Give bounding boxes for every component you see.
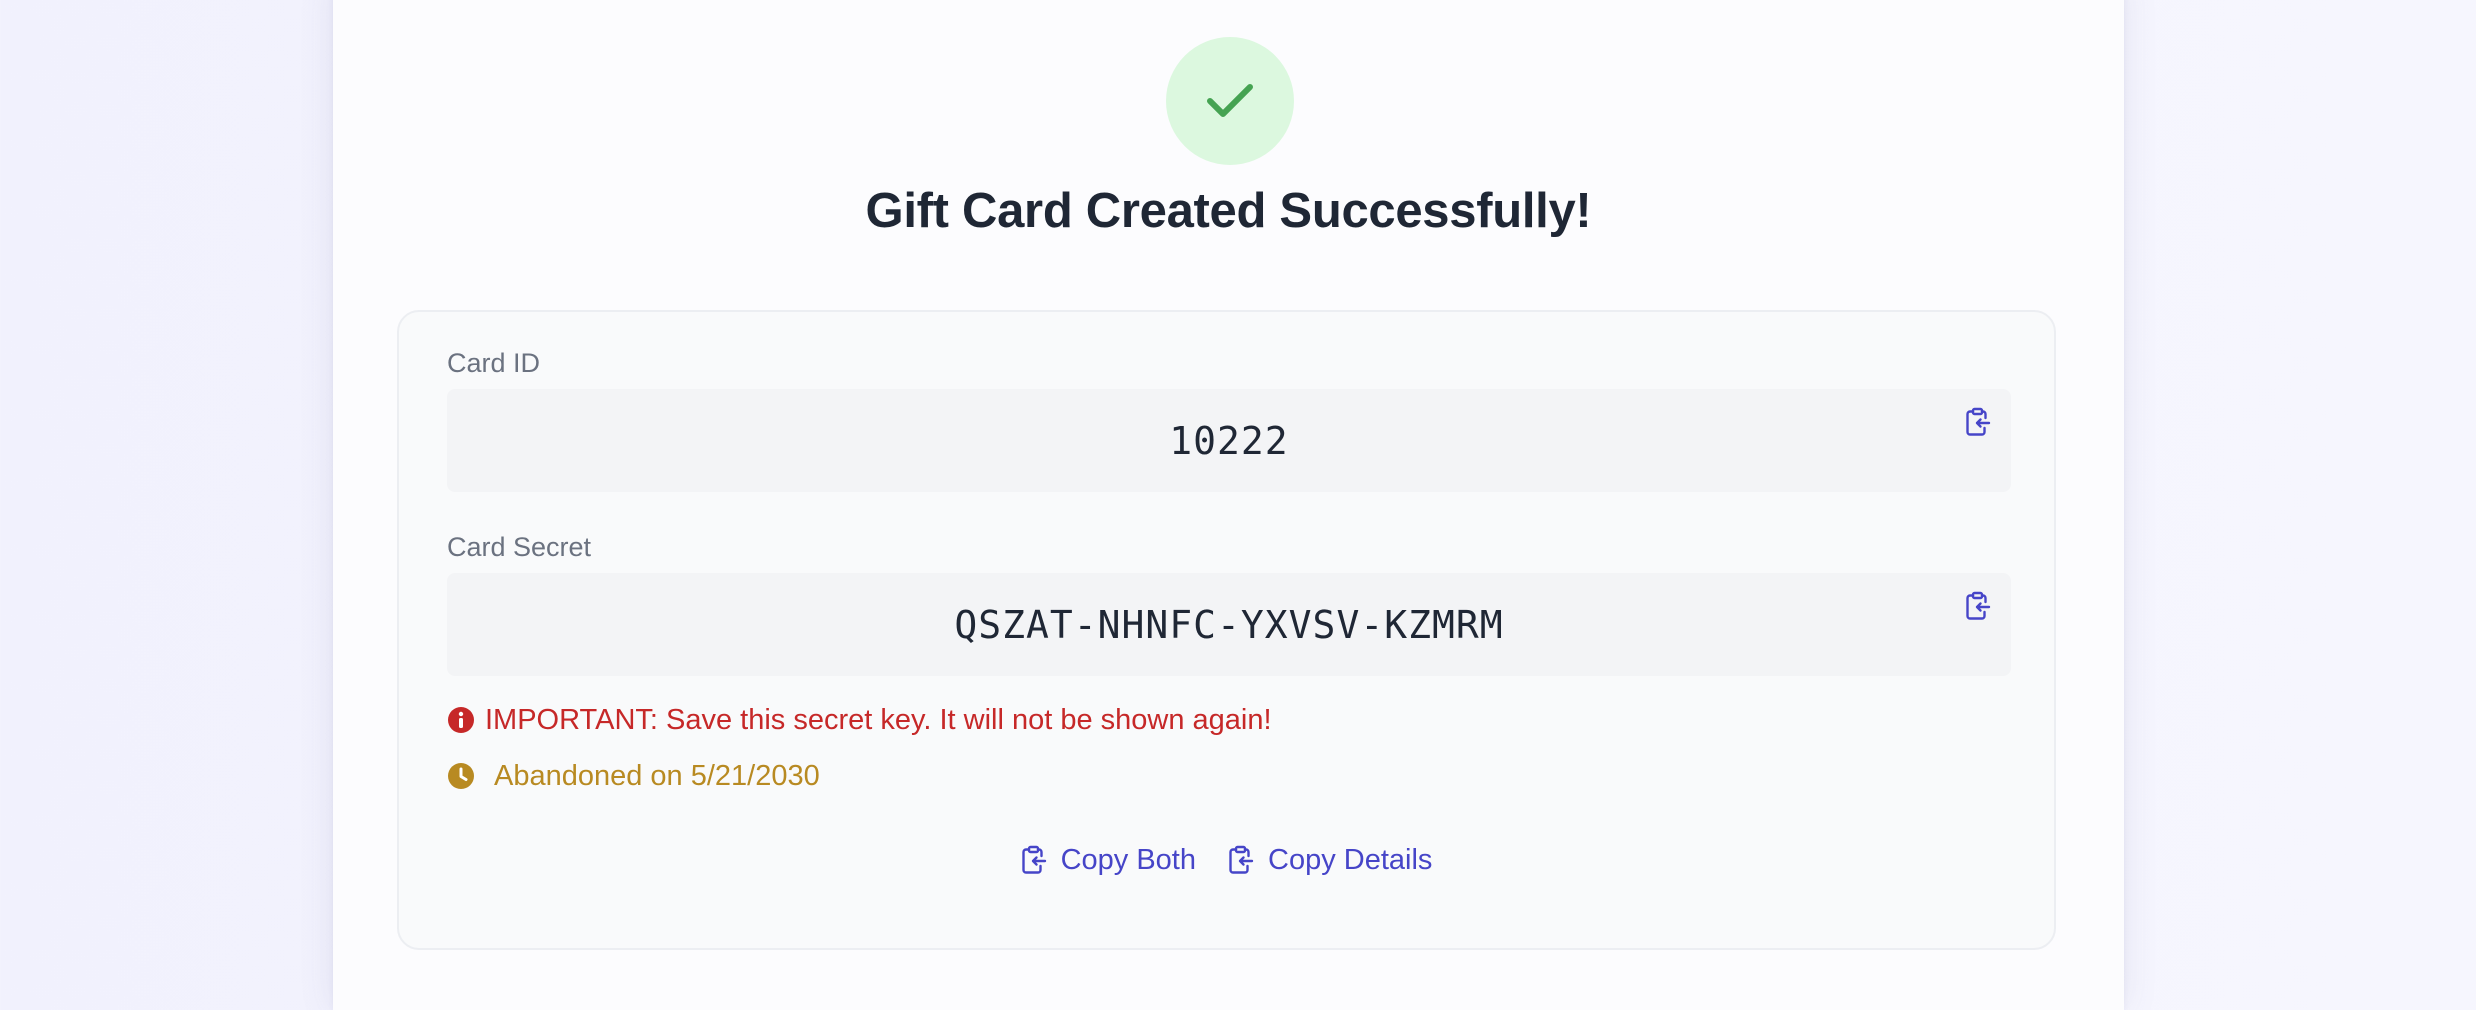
copy-details-button[interactable]: Copy Details [1228,842,1432,878]
card-secret-label: Card Secret [447,532,592,562]
info-circle-icon [447,706,475,734]
clipboard-copy-icon [1021,845,1051,875]
clipboard-copy-icon [1966,407,1991,436]
copy-both-label: Copy Both [1060,844,1196,876]
secret-warning-text: IMPORTANT: Save this secret key. It will… [485,704,1272,736]
secret-warning-notice: IMPORTANT: Save this secret key. It will… [447,702,1272,738]
clipboard-copy-icon [1228,845,1258,875]
card-id-value: 10222 [1169,418,1289,463]
clipboard-copy-icon [1966,591,1991,620]
gift-card-result-card: Gift Card Created Successfully! Card ID … [333,0,2124,1010]
card-id-label: Card ID [447,348,541,378]
clock-icon [447,762,475,790]
expiry-text: Abandoned on 5/21/2030 [494,760,820,792]
expiry-notice: Abandoned on 5/21/2030 [447,758,820,794]
copy-card-id-button[interactable] [1961,405,1995,439]
copy-details-label: Copy Details [1268,844,1433,876]
card-secret-value: QSZAT-NHNFC-YXVSV-KZMRM [954,602,1504,647]
copy-both-button[interactable]: Copy Both [1021,842,1196,878]
copy-card-secret-button[interactable] [1961,589,1995,623]
card-secret-field: QSZAT-NHNFC-YXVSV-KZMRM [447,573,2011,676]
page-title: Gift Card Created Successfully! [865,184,1592,238]
copy-actions: Copy Both Copy Details [399,842,2054,878]
card-id-field: 10222 [447,389,2011,492]
card-details-panel: Card ID 10222 Card Secret QSZAT-NHNFC-YX… [397,310,2056,950]
check-icon [1207,84,1253,117]
success-badge [1166,37,1294,165]
